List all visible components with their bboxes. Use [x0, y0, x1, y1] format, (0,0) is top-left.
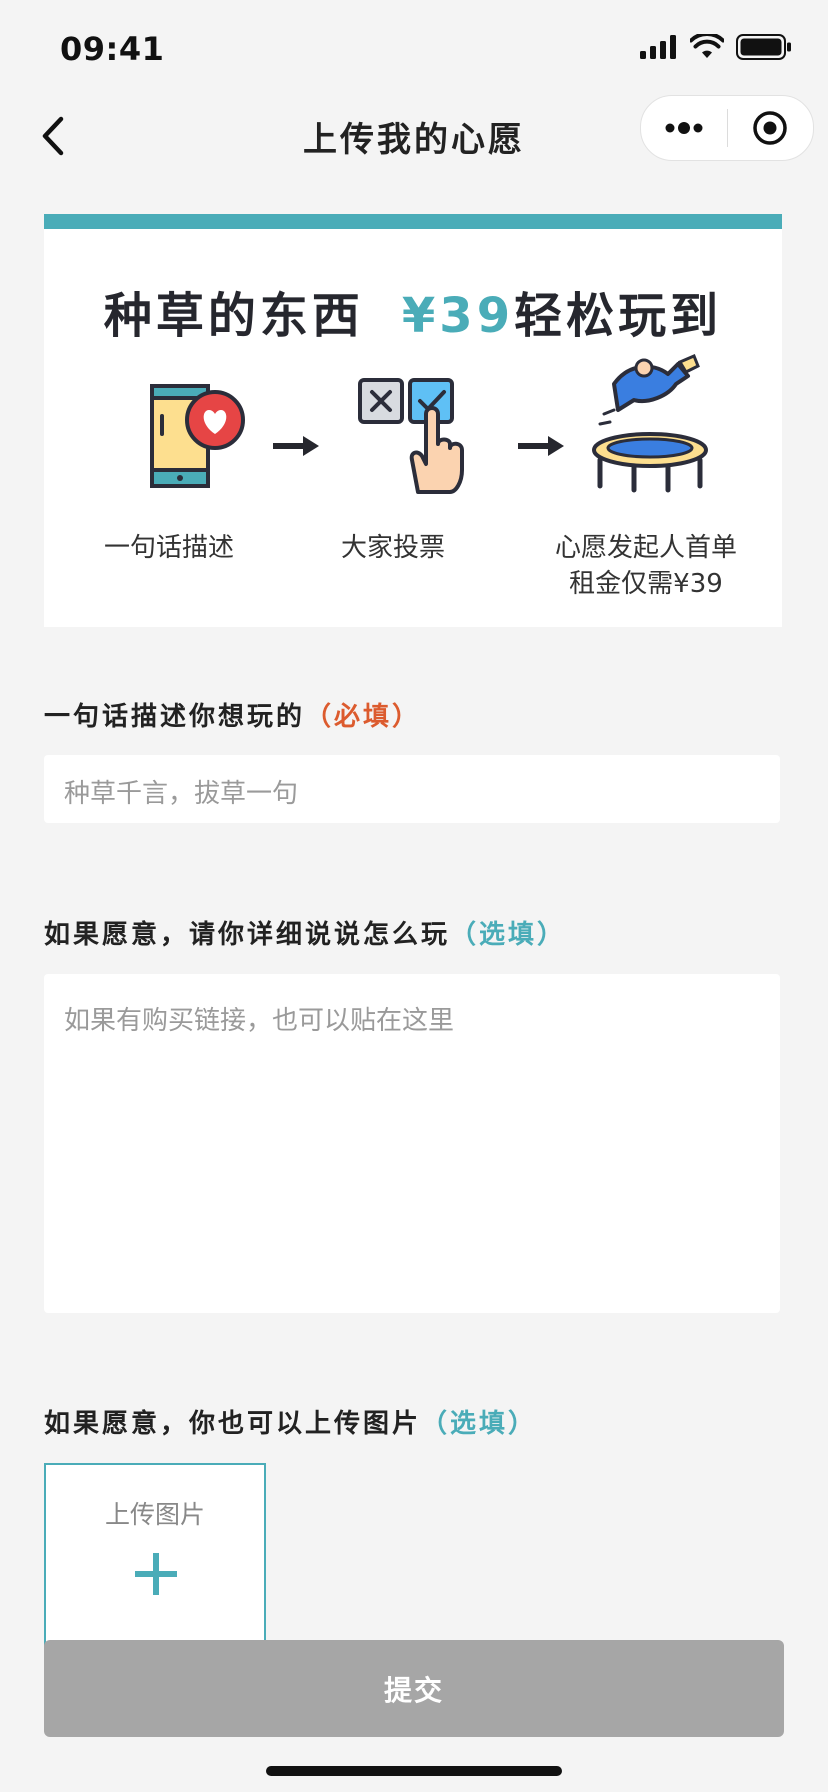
step-label-vote: 大家投票 [340, 533, 445, 563]
more-dots-icon [665, 122, 703, 134]
required-tag: （必填） [305, 702, 422, 732]
more-button[interactable] [641, 96, 727, 160]
phone-heart-icon [150, 384, 245, 488]
step-label-reward-line2: 租金仅需¥39 [569, 569, 723, 599]
desc-input-placeholder: 种草千言，拔草一句 [64, 779, 299, 809]
detail-label-text: 如果愿意，请你详细说说怎么玩 [44, 920, 451, 950]
mini-program-capsule [640, 95, 814, 161]
cellular-signal-icon [640, 35, 676, 59]
optional-tag: （选填） [421, 1409, 538, 1439]
desc-input[interactable]: 种草千言，拔草一句 [44, 755, 780, 823]
step-label-describe: 一句话描述 [103, 533, 234, 563]
arrow-right-icon [518, 436, 564, 456]
banner-title-price: ¥39 [401, 288, 515, 344]
detail-textarea-placeholder: 如果有购买链接，也可以贴在这里 [64, 1006, 455, 1036]
status-time: 09:41 [60, 30, 165, 68]
desc-field-label: 一句话描述你想玩的（必填） [44, 696, 421, 733]
submit-button[interactable]: 提交 [44, 1640, 784, 1737]
promo-banner: 种草的东西 ¥39轻松玩到 一句话描述 大家投票 心愿发起人首单 租金仅需¥39 [44, 214, 782, 627]
upload-image-label: 上传图片 [104, 1500, 205, 1529]
target-circle-icon [753, 111, 787, 145]
trampoline-icon [592, 354, 708, 493]
banner-title: 种草的东西 ¥39轻松玩到 [44, 276, 782, 346]
images-field-label: 如果愿意，你也可以上传图片（选填） [44, 1403, 537, 1440]
step-label-reward-line1: 心愿发起人首单 [554, 533, 737, 563]
status-icons [640, 34, 792, 60]
plus-icon [135, 1553, 177, 1595]
optional-tag: （选填） [450, 920, 567, 950]
desc-label-text: 一句话描述你想玩的 [44, 702, 306, 732]
arrow-right-icon [273, 436, 319, 456]
images-label-text: 如果愿意，你也可以上传图片 [44, 1409, 422, 1439]
vote-hand-icon [358, 378, 464, 494]
home-indicator [266, 1766, 562, 1776]
battery-icon [736, 34, 791, 60]
detail-field-label: 如果愿意，请你详细说说怎么玩（选填） [44, 914, 566, 951]
close-miniprogram-button[interactable] [728, 96, 814, 160]
detail-textarea[interactable]: 如果有购买链接，也可以贴在这里 [44, 974, 780, 1313]
banner-title-main: 种草的东西 [103, 288, 364, 344]
banner-title-tail: 轻松玩到 [514, 288, 723, 344]
step-label-reward: 心愿发起人首单 租金仅需¥39 [526, 530, 766, 602]
banner-accent-bar [44, 214, 782, 229]
wifi-icon [690, 34, 724, 58]
